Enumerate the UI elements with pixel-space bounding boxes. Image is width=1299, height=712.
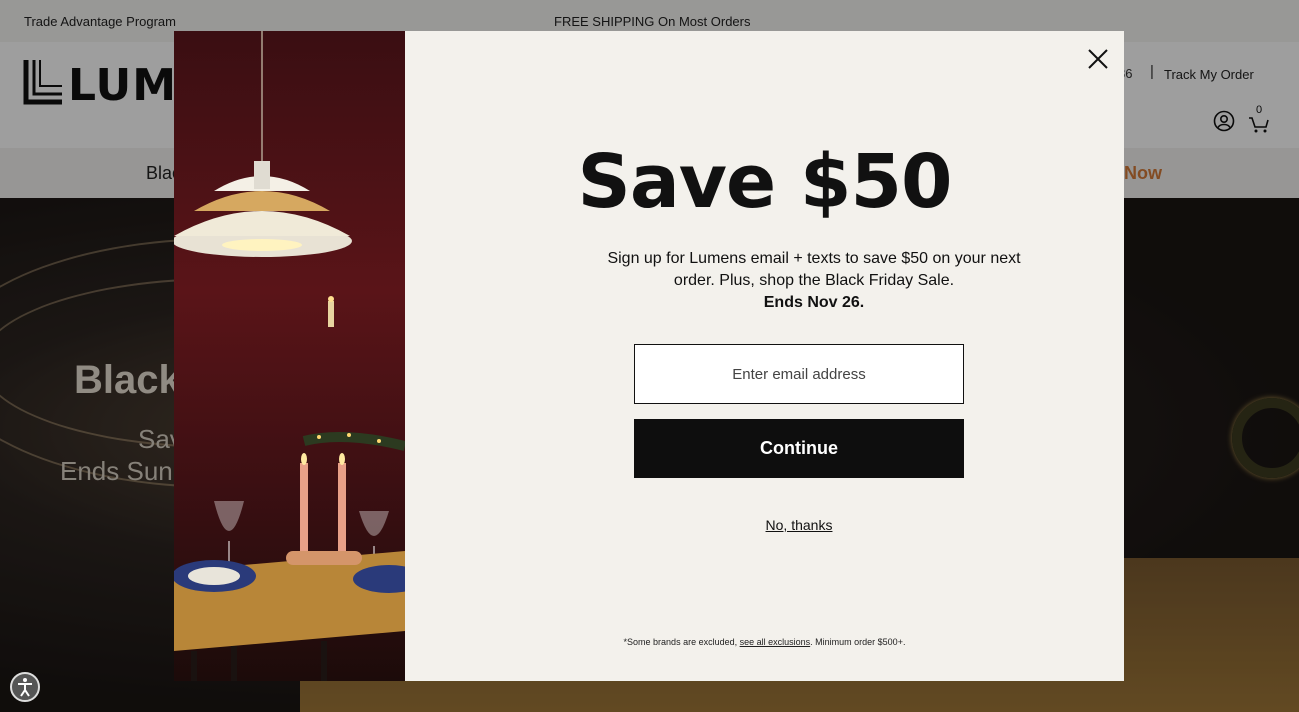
no-thanks-link[interactable]: No, thanks (634, 517, 964, 533)
fineprint-suffix: . Minimum order $500+. (810, 637, 906, 647)
close-icon[interactable] (1086, 47, 1110, 71)
fineprint: *Some brands are excluded, see all exclu… (405, 637, 1124, 647)
signup-modal: Save $50 Sign up for Lumens email + text… (174, 31, 1124, 681)
modal-title: Save $50 (577, 139, 953, 225)
modal-lifestyle-image (174, 31, 405, 681)
email-input[interactable] (634, 344, 964, 404)
modal-description-text: Sign up for Lumens email + texts to save… (607, 250, 1021, 289)
modal-end-date: Ends Nov 26. (763, 294, 865, 311)
accessibility-icon (18, 678, 32, 697)
continue-button[interactable]: Continue (634, 419, 964, 478)
see-exclusions-link[interactable]: see all exclusions (740, 637, 811, 647)
modal-description: Sign up for Lumens email + texts to save… (589, 248, 1039, 314)
accessibility-button[interactable] (10, 672, 40, 702)
fineprint-prefix: *Some brands are excluded, (623, 637, 740, 647)
